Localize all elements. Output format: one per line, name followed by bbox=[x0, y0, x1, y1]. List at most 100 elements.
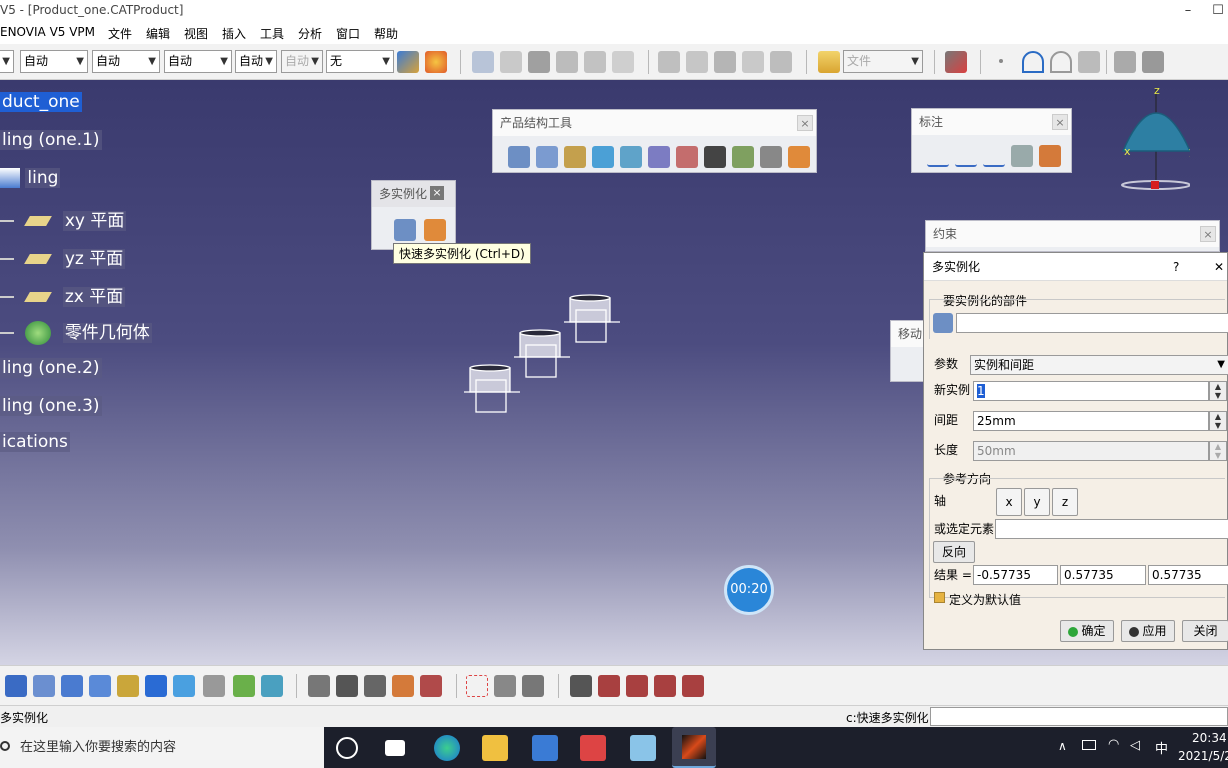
grid-icon[interactable] bbox=[466, 675, 488, 697]
clock-time[interactable]: 20:34 bbox=[1192, 731, 1227, 745]
arc-icon[interactable] bbox=[1022, 51, 1044, 73]
tree-expand-3-icon[interactable] bbox=[654, 675, 676, 697]
spacing-stepper[interactable]: ▲ ▼ bbox=[1209, 411, 1227, 431]
text-annotation-icon[interactable] bbox=[955, 145, 977, 167]
combo-linetype[interactable]: 自动 ▼ bbox=[92, 50, 160, 73]
product-icon-6[interactable] bbox=[612, 51, 634, 73]
explode-icon[interactable] bbox=[364, 675, 386, 697]
apply-button[interactable]: 应用 bbox=[1121, 620, 1175, 642]
menu-view[interactable]: 视图 bbox=[184, 25, 208, 42]
product-icon-3[interactable] bbox=[528, 51, 550, 73]
z-axis-button[interactable]: z bbox=[1052, 488, 1078, 516]
wifi-icon[interactable]: ◠ bbox=[1108, 737, 1119, 752]
manage-rep-icon[interactable] bbox=[732, 146, 754, 168]
tree-root[interactable]: duct_one bbox=[0, 92, 82, 112]
coord-icon[interactable] bbox=[522, 675, 544, 697]
menu-file[interactable]: 文件 bbox=[108, 25, 132, 42]
view-icon-1[interactable] bbox=[1114, 51, 1136, 73]
sectioning-icon[interactable] bbox=[420, 675, 442, 697]
new-instance-field[interactable]: 1 bbox=[973, 381, 1209, 401]
default-checkbox[interactable] bbox=[934, 592, 945, 603]
tree-item-body[interactable]: 零件几何体 bbox=[0, 318, 152, 345]
task-view-icon[interactable] bbox=[385, 740, 405, 756]
flag-note-icon[interactable] bbox=[983, 145, 1005, 167]
view-icon-2[interactable] bbox=[1142, 51, 1164, 73]
new-product-icon[interactable] bbox=[536, 146, 558, 168]
tree-item-xy[interactable]: xy 平面 bbox=[0, 206, 127, 231]
eraser-icon[interactable] bbox=[1078, 51, 1100, 73]
taskbar-search[interactable]: 在这里输入你要搜索的内容 bbox=[0, 727, 324, 768]
param-select[interactable]: 实例和间距 ▼ bbox=[970, 355, 1228, 375]
fast-multi-instance-icon[interactable] bbox=[788, 146, 810, 168]
update-icon[interactable] bbox=[308, 675, 330, 697]
product-icon-2[interactable] bbox=[500, 51, 522, 73]
explorer-icon[interactable] bbox=[482, 735, 508, 761]
pan-icon[interactable] bbox=[5, 675, 27, 697]
tree-item-one3[interactable]: ling (one.3) bbox=[0, 396, 102, 416]
ok-button[interactable]: 确定 bbox=[1060, 620, 1114, 642]
volume-icon[interactable]: ◁ bbox=[1130, 738, 1140, 753]
catia-taskbar-button[interactable] bbox=[672, 727, 716, 768]
menu-analyze[interactable]: 分析 bbox=[298, 25, 322, 42]
menu-enovia[interactable]: ENOVIA V5 VPM bbox=[0, 25, 95, 39]
clash-icon[interactable] bbox=[392, 675, 414, 697]
generate-numbering-icon[interactable] bbox=[676, 146, 698, 168]
command-input[interactable] bbox=[930, 707, 1228, 726]
tree-expand-4-icon[interactable] bbox=[682, 675, 704, 697]
recorder-icon[interactable] bbox=[580, 735, 606, 761]
iso-view-icon[interactable] bbox=[173, 675, 195, 697]
reverse-button[interactable]: 反向 bbox=[933, 541, 975, 563]
painter-icon[interactable] bbox=[397, 51, 419, 73]
normal-view-icon[interactable] bbox=[117, 675, 139, 697]
view-annotation-icon[interactable] bbox=[1011, 145, 1033, 167]
new-component-icon[interactable] bbox=[508, 146, 530, 168]
rotate-icon[interactable] bbox=[33, 675, 55, 697]
product-icon-10[interactable] bbox=[742, 51, 764, 73]
multi-instance-icon[interactable] bbox=[760, 146, 782, 168]
product-icon-4[interactable] bbox=[556, 51, 578, 73]
shading-icon[interactable] bbox=[203, 675, 225, 697]
axis-system-icon[interactable] bbox=[494, 675, 516, 697]
y-axis-button[interactable]: y bbox=[1024, 488, 1050, 516]
tree-expand-icon[interactable] bbox=[598, 675, 620, 697]
part-select-icon[interactable] bbox=[933, 313, 953, 333]
compass-widget[interactable]: z x y bbox=[1108, 85, 1190, 197]
maximize-button[interactable]: ☐ bbox=[1198, 0, 1228, 22]
cortana-icon[interactable] bbox=[336, 737, 358, 759]
x-axis-button[interactable]: x bbox=[996, 488, 1022, 516]
multi-instance-icon[interactable] bbox=[394, 219, 416, 241]
existing-component-icon[interactable] bbox=[592, 146, 614, 168]
snap-icon[interactable] bbox=[336, 675, 358, 697]
menu-tools[interactable]: 工具 bbox=[260, 25, 284, 42]
catalog-browser-icon[interactable] bbox=[570, 675, 592, 697]
store-icon[interactable] bbox=[532, 735, 558, 761]
edge-icon[interactable] bbox=[434, 735, 460, 761]
replace-component-icon[interactable] bbox=[620, 146, 642, 168]
app-icon[interactable] bbox=[630, 735, 656, 761]
menu-insert[interactable]: 插入 bbox=[222, 25, 246, 42]
tree-item-applications[interactable]: ications bbox=[0, 432, 70, 452]
product-icon-11[interactable] bbox=[770, 51, 792, 73]
close-icon[interactable]: × bbox=[1052, 114, 1068, 130]
tree-item-one2[interactable]: ling (one.2) bbox=[0, 358, 102, 378]
weld-icon[interactable] bbox=[927, 145, 949, 167]
product-icon-8[interactable] bbox=[686, 51, 708, 73]
tree-item-yz[interactable]: yz 平面 bbox=[0, 244, 126, 269]
part-instances[interactable] bbox=[460, 290, 630, 420]
tree-item-ling[interactable]: ling bbox=[0, 168, 61, 188]
graph-tree-icon[interactable] bbox=[648, 146, 670, 168]
bulb-icon[interactable] bbox=[425, 51, 447, 73]
battery-icon[interactable] bbox=[1082, 740, 1096, 750]
combo-color[interactable]: 自动 ▼ bbox=[20, 50, 88, 73]
select-element-field[interactable] bbox=[995, 519, 1228, 539]
dot-icon[interactable] bbox=[996, 51, 1006, 73]
product-icon-7[interactable] bbox=[658, 51, 680, 73]
close-icon[interactable]: × bbox=[797, 115, 813, 131]
clock-date[interactable]: 2021/5/2 bbox=[1178, 749, 1228, 763]
chevron-up-icon[interactable]: ∧ bbox=[1058, 739, 1067, 753]
ime-indicator[interactable]: 中 bbox=[1155, 738, 1168, 757]
product-icon-1[interactable] bbox=[472, 51, 494, 73]
combo-0[interactable]: ▼ bbox=[0, 50, 14, 73]
spacing-field[interactable]: 25mm bbox=[973, 411, 1209, 431]
zoom-in-icon[interactable] bbox=[61, 675, 83, 697]
